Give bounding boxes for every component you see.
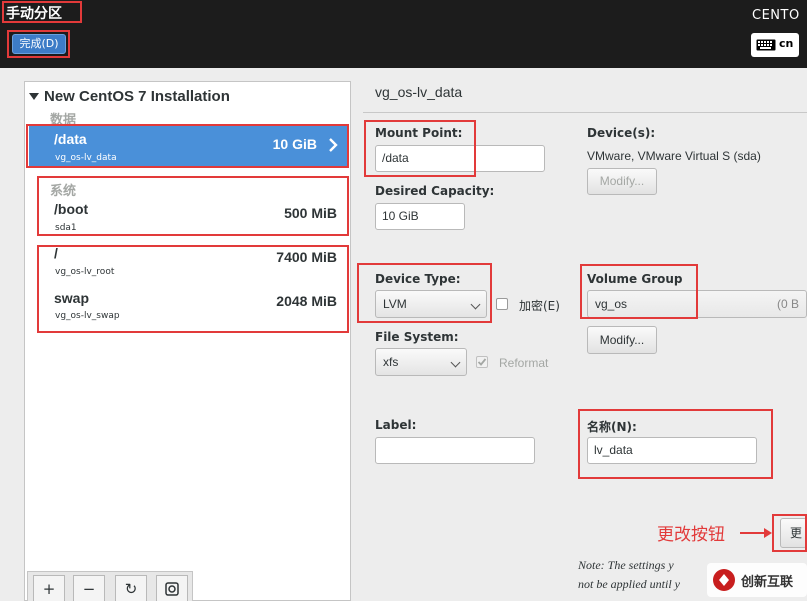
header-bar — [0, 0, 807, 68]
note-line-2: not be applied until y — [578, 577, 680, 591]
modify-devices-button[interactable]: Modify... — [587, 168, 657, 195]
annotation-callout-text: 更改按钮 — [657, 525, 725, 545]
keyboard-icon — [756, 39, 776, 51]
annotation-box-data-row — [26, 124, 349, 168]
volume-group-free-space: (0 B — [777, 297, 800, 311]
arrow-right-icon — [740, 528, 772, 538]
label-field-label: Label: — [375, 418, 417, 432]
file-system-label: File System: — [375, 330, 459, 344]
desired-capacity-input[interactable]: 10 GiB — [375, 203, 465, 230]
annotation-box-name — [578, 409, 773, 479]
annotation-box-update-button — [772, 514, 807, 552]
annotation-box-device-type — [357, 263, 492, 323]
watermark: 创新互联 — [707, 563, 807, 597]
keyboard-layout-label: cn — [779, 37, 794, 50]
devices-value: VMware, VMware Virtual S (sda) — [587, 149, 761, 163]
chevron-down-icon — [450, 357, 461, 368]
annotation-box-title — [2, 1, 82, 23]
configure-button[interactable] — [156, 575, 188, 601]
watermark-logo-icon — [713, 569, 735, 591]
label-input[interactable] — [375, 437, 535, 464]
add-partition-button[interactable]: + — [33, 575, 65, 601]
reformat-checkbox[interactable] — [476, 356, 488, 368]
desired-capacity-label: Desired Capacity: — [375, 184, 495, 198]
modify-volume-group-button[interactable]: Modify... — [587, 326, 657, 354]
annotation-box-lvm-rows — [37, 245, 349, 333]
reformat-label: Reformat — [499, 356, 549, 370]
installation-title: New CentOS 7 Installation — [44, 88, 230, 105]
file-system-select[interactable]: xfs — [375, 348, 467, 376]
encrypt-label: 加密(E) — [519, 299, 560, 313]
encrypt-checkbox[interactable] — [496, 298, 508, 310]
section-title: vg_os-lv_data — [375, 84, 463, 100]
annotation-box-boot-row — [37, 176, 349, 236]
refresh-button[interactable]: ↻ — [115, 575, 147, 601]
watermark-text: 创新互联 — [741, 575, 794, 590]
file-system-value: xfs — [383, 355, 399, 369]
annotation-box-volume-group — [580, 264, 698, 319]
expander-arrow-icon[interactable] — [29, 93, 39, 100]
title-separator — [363, 112, 807, 113]
remove-partition-button[interactable]: − — [73, 575, 105, 601]
product-name: CENTO — [752, 8, 800, 23]
annotation-box-mount-point — [364, 120, 476, 177]
annotation-box-done — [7, 30, 70, 58]
devices-label: Device(s): — [587, 126, 656, 140]
note-line-1: Note: The settings y — [578, 558, 674, 572]
disk-config-icon — [165, 582, 179, 596]
checkmark-icon — [477, 358, 487, 366]
keyboard-layout-button[interactable]: cn — [751, 33, 799, 57]
